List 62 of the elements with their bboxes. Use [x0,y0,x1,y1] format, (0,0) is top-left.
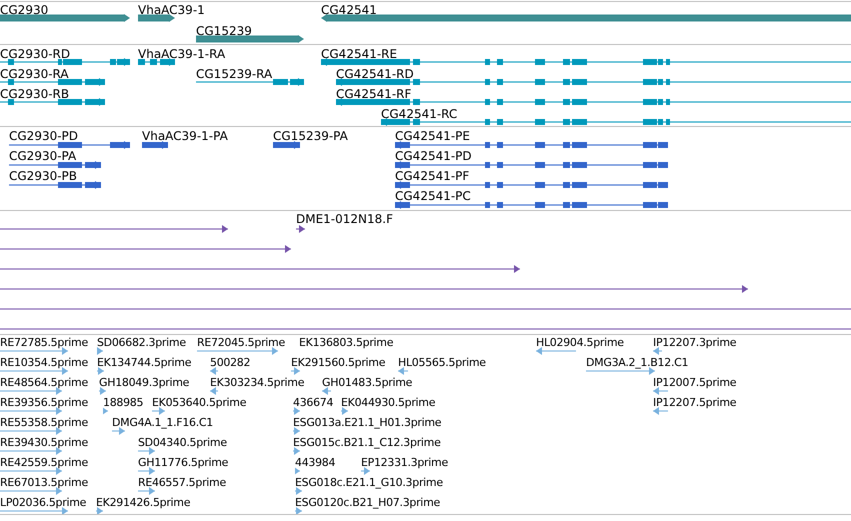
feature-label: CG2930-PD [9,129,78,143]
feature-label: CG15239-RA [196,67,272,81]
feature-label: IP12007.5prime [653,376,736,390]
feature-label: IP12207.3prime [653,336,736,350]
feature-label: CG42541-PD [395,149,472,163]
feature-label: EK291560.5prime [291,356,386,370]
feature-label: CG42541-RE [321,47,398,61]
feature-label: EK134744.5prime [97,356,192,370]
feature-label: DMG3A.2_1.B12.C1 [586,356,688,370]
feature-label: 188985 [103,396,144,410]
feature-label: CG42541 [321,3,377,17]
feature-label: CG2930-PB [9,169,78,183]
feature-label: CG2930-PA [9,149,76,163]
feature-label: HL02904.5prime [536,336,624,350]
feature-label: EP12331.3prime [361,456,448,470]
feature-label: CG2930-RD [0,47,70,61]
feature-label: ESG015c.B21.1_C12.3prime [293,436,441,450]
feature-label: RE10354.5prime [0,356,88,370]
feature-label: CG42541-RD [336,67,414,81]
feature-label: RE72785.5prime [0,336,88,350]
feature-label: EK136803.5prime [299,336,394,350]
feature-label: ESG018c.E21.1_G10.3prime [295,476,443,490]
feature-label: EK044930.5prime [341,396,436,410]
feature-label: LP02036.5prime [0,496,86,510]
feature-label: EK291426.5prime [96,496,190,510]
feature-label: DME1-012N18.F [296,212,394,226]
feature-label: SD04340.5prime [138,436,227,450]
feature-label: EK303234.5prime [210,376,304,390]
feature-label: 436674 [293,396,334,410]
feature-label: CG42541-PF [395,169,470,183]
feature-label: RE67013.5prime [0,476,88,490]
feature-label: GH01483.5prime [322,376,412,390]
feature-label: DMG4A.1_1.F16.C1 [112,416,214,430]
feature-label: ESG013a.E21.1_H01.3prime [293,416,442,430]
feature-label: ESG0120c.B21_H07.3prime [295,496,440,510]
feature-label: CG42541-RF [336,87,412,101]
feature-label: HL05565.5prime [398,356,486,370]
feature-label: SD06682.3prime [97,336,186,350]
feature-label: CG42541-RC [381,107,458,121]
feature-label: RE48564.5prime [0,376,88,390]
feature-label: RE55358.5prime [0,416,88,430]
feature-label: GH11776.5prime [138,456,228,470]
feature-label: CG2930 [0,3,48,17]
feature-label: IP12207.5prime [653,396,736,410]
feature-label: RE72045.5prime [197,336,285,350]
feature-label: VhaAC39-1-RA [138,47,226,61]
feature-label: CG42541-PE [395,129,470,143]
feature-label: CG15239 [196,24,252,38]
feature-label: CG42541-PC [395,189,471,203]
feature-label: RE46557.5prime [138,476,226,490]
feature-label: CG15239-PA [273,129,348,143]
feature-label: CG2930-RA [0,67,69,81]
feature-label: RE42559.5prime [0,456,88,470]
feature-label: VhaAC39-1 [138,3,205,17]
feature-label: 443984 [295,456,336,470]
feature-label: VhaAC39-1-PA [142,129,228,143]
feature-label: GH18049.3prime [99,376,190,390]
feature-label: RE39356.5prime [0,396,88,410]
feature-label: CG2930-RB [0,87,70,101]
feature-label: 500282 [210,356,250,370]
feature-label: RE39430.5prime [0,436,88,450]
feature-label: EK053640.5prime [152,396,246,410]
